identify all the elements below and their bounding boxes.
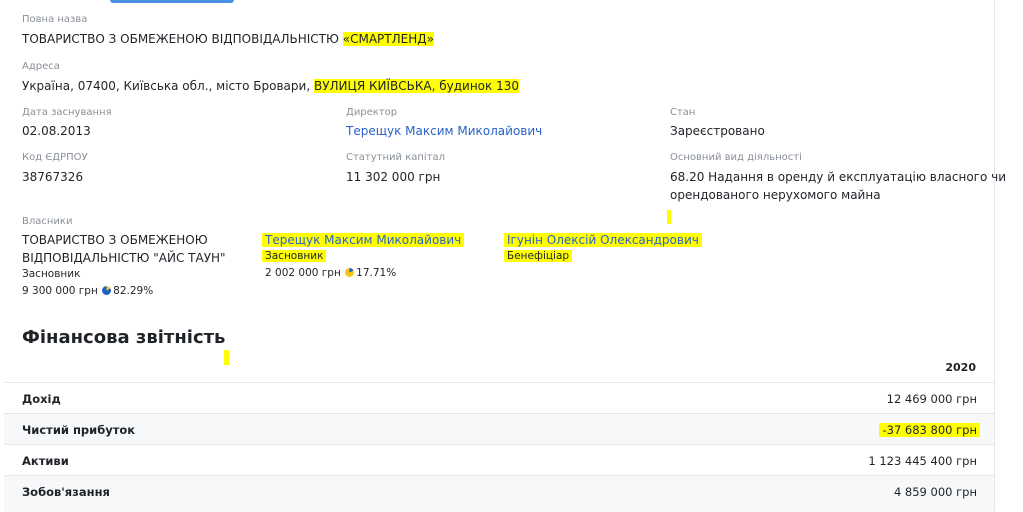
owner-2-share: 2 002 000 грн 17.71% (265, 267, 396, 279)
status-label: Стан (670, 107, 696, 118)
highlight-mark (667, 210, 671, 224)
owner-2-role: Засновник (262, 250, 327, 262)
address-prefix: Україна, 07400, Київська обл., місто Бро… (22, 79, 314, 93)
owner-1-name-line-2: ВІДПОВІДАЛЬНІСТЮ "АЙС ТАУН" (22, 251, 226, 265)
finance-year-header: 2020 (945, 361, 976, 374)
address-label: Адреса (22, 61, 60, 72)
finance-row-label: Дохід (22, 392, 61, 406)
finance-title: Фінансова звітність (22, 327, 226, 348)
director-label: Директор (346, 107, 398, 118)
founded-date: 02.08.2013 (22, 124, 91, 138)
pie-chart-icon (345, 268, 355, 277)
address-highlight: ВУЛИЦЯ КИЇВСЬКА, будинок 130 (313, 79, 519, 93)
company-address: Україна, 07400, Київська обл., місто Бро… (22, 79, 519, 93)
finance-row-label: Активи (22, 454, 69, 468)
finance-row-net-profit: Чистий прибуток -37 683 800 грн (4, 413, 994, 445)
finance-row-assets: Активи 1 123 445 400 грн (4, 444, 994, 476)
activity-label: Основний вид діяльності (670, 152, 802, 163)
edrpou-label: Код ЄДРПОУ (22, 152, 88, 163)
top-accent-bar (110, 0, 234, 3)
finance-row-value: 4 859 000 грн (893, 485, 977, 499)
owner-3-name[interactable]: Ігунін Олексій Олександрович (504, 233, 702, 247)
director-link[interactable]: Терещук Максим Миколайович (346, 124, 542, 138)
owners-label: Власники (22, 216, 73, 227)
capital-label: Статутний капітал (346, 152, 446, 163)
finance-row-label: Зобов'язання (22, 485, 110, 499)
highlight-mark (224, 350, 229, 365)
status-value: Зареєстровано (670, 124, 765, 138)
finance-row-value: 12 469 000 грн (886, 392, 977, 406)
owner-2-name[interactable]: Терещук Максим Миколайович (262, 233, 465, 247)
owner-1-percent: 82.29% (113, 285, 154, 297)
finance-row-liabilities: Зобов'язання 4 859 000 грн (4, 475, 994, 512)
activity-line-2: орендованого нерухомого майна (670, 188, 881, 202)
company-name-text: ТОВАРИСТВО З ОБМЕЖЕНОЮ ВІДПОВІДАЛЬНІСТЮ (22, 32, 343, 46)
full-name-label: Повна назва (22, 14, 88, 25)
owner-1-amount: 9 300 000 грн (22, 285, 98, 297)
activity-line-1: 68.20 Надання в оренду й експлуатацію вл… (670, 170, 1007, 184)
owner-1-name-line-1: ТОВАРИСТВО З ОБМЕЖЕНОЮ (22, 233, 208, 247)
owner-2-name-text[interactable]: Терещук Максим Миколайович (262, 233, 465, 247)
finance-row-value: 1 123 445 400 грн (868, 454, 977, 468)
founded-label: Дата заснування (22, 107, 112, 118)
owner-2-amount: 2 002 000 грн (265, 267, 341, 279)
finance-row-value: -37 683 800 грн (879, 423, 980, 437)
edrpou-value: 38767326 (22, 170, 84, 184)
capital-value: 11 302 000 грн (346, 170, 441, 184)
owner-2-percent: 17.71% (356, 267, 397, 279)
owner-3-role: Бенефіціар (504, 250, 573, 262)
owner-1-share: 9 300 000 грн 82.29% (22, 285, 153, 297)
owner-3-name-text[interactable]: Ігунін Олексій Олександрович (504, 233, 702, 247)
pie-chart-icon (102, 286, 112, 295)
owner-3-role-text: Бенефіціар (504, 250, 573, 262)
finance-row-income: Дохід 12 469 000 грн (4, 382, 994, 414)
owner-2-role-text: Засновник (262, 250, 327, 262)
finance-row-label: Чистий прибуток (22, 423, 136, 437)
company-name-quoted: «СМАРТЛЕНД» (342, 32, 434, 46)
company-full-name: ТОВАРИСТВО З ОБМЕЖЕНОЮ ВІДПОВІДАЛЬНІСТЮ … (22, 32, 434, 46)
owner-1-role: Засновник (22, 268, 81, 280)
